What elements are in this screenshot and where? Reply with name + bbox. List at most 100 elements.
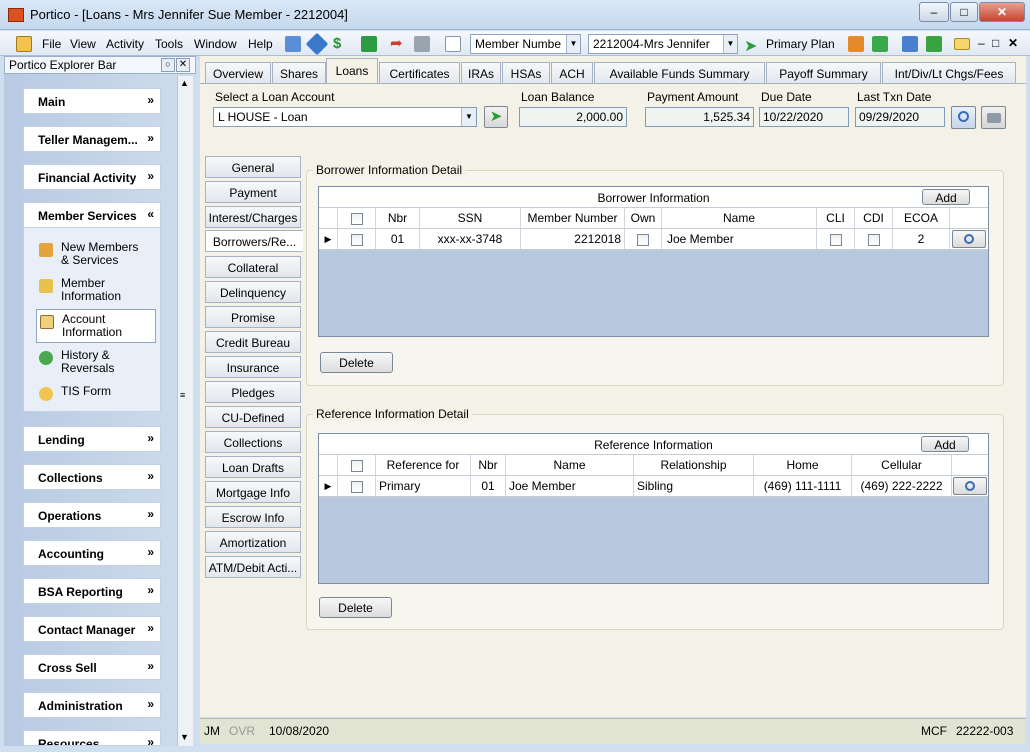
tab-ach[interactable]: ACH (551, 62, 593, 83)
sidetab-general[interactable]: General (205, 156, 301, 178)
col-ssn[interactable]: SSN (420, 208, 521, 228)
col-name[interactable]: Name (506, 455, 634, 475)
tab-iras[interactable]: IRAs (461, 62, 501, 83)
mail-icon[interactable] (954, 38, 970, 50)
menu-help[interactable]: Help (248, 37, 273, 51)
go-button[interactable]: ➤ (484, 106, 508, 128)
sidetab-collections[interactable]: Collections (205, 431, 301, 453)
tab-int-div-fees[interactable]: Int/Div/Lt Chgs/Fees (882, 62, 1016, 83)
tab-certificates[interactable]: Certificates (379, 62, 460, 83)
printer-icon[interactable] (414, 36, 430, 52)
group-bsa-reporting[interactable]: BSA Reporting» (23, 578, 161, 604)
sidetab-mortgage-info[interactable]: Mortgage Info (205, 481, 301, 503)
loan-account-select[interactable]: L HOUSE - Loan ▼ (213, 107, 477, 127)
deposit-icon[interactable] (361, 36, 377, 52)
lookup-button[interactable] (951, 106, 976, 129)
col-member-number[interactable]: Member Number (521, 208, 625, 228)
battery-icon[interactable] (926, 36, 942, 52)
col-name[interactable]: Name (662, 208, 817, 228)
sidetab-borrowers-references[interactable]: Borrowers/Re... (205, 230, 303, 252)
transfer-arrow-icon[interactable]: ➦ (390, 36, 406, 52)
menu-file[interactable]: File (42, 37, 61, 51)
select-all-checkbox[interactable] (350, 459, 363, 472)
group-contact-manager[interactable]: Contact Manager» (23, 616, 161, 642)
sidetab-cu-defined[interactable]: CU-Defined (205, 406, 301, 428)
item-member-information[interactable]: Member Information (36, 274, 156, 308)
tab-hsas[interactable]: HSAs (502, 62, 550, 83)
col-relationship[interactable]: Relationship (634, 455, 754, 475)
table-row[interactable]: ▶ Primary 01 Joe Member Sibling (469) 11… (319, 476, 988, 497)
maximize-button[interactable]: □ (950, 2, 978, 22)
col-home[interactable]: Home (754, 455, 852, 475)
group-member-services[interactable]: Member Services « (23, 202, 161, 228)
group-accounting[interactable]: Accounting» (23, 540, 161, 566)
document-icon[interactable] (445, 36, 461, 52)
scroll-down-icon[interactable]: ▼ (180, 732, 189, 742)
item-tis-form[interactable]: TIS Form (36, 382, 156, 416)
sidetab-interest-charges[interactable]: Interest/Charges (205, 206, 301, 228)
scroll-grip-icon[interactable]: ≡ (180, 390, 185, 400)
member-select[interactable]: 2212004-Mrs Jennifer ▼ (588, 34, 738, 54)
tab-available-funds[interactable]: Available Funds Summary (594, 62, 765, 83)
item-account-information[interactable]: Account Information (36, 309, 156, 343)
group-administration[interactable]: Administration» (23, 692, 161, 718)
group-resources[interactable]: Resources» (23, 730, 161, 746)
primary-plan-link[interactable]: Primary Plan (766, 37, 835, 51)
print-button[interactable] (981, 106, 1006, 129)
col-cdi[interactable]: CDI (855, 208, 893, 228)
menu-view[interactable]: View (70, 37, 96, 51)
sidetab-insurance[interactable]: Insurance (205, 356, 301, 378)
chart-icon[interactable] (902, 36, 918, 52)
calculator-icon[interactable] (285, 36, 301, 52)
group-main[interactable]: Main» (23, 88, 161, 114)
group-collections[interactable]: Collections» (23, 464, 161, 490)
row-select-checkbox[interactable] (350, 480, 363, 493)
reference-delete-button[interactable]: Delete (319, 597, 392, 618)
sidetab-promise[interactable]: Promise (205, 306, 301, 328)
col-cellular[interactable]: Cellular (852, 455, 952, 475)
tab-loans[interactable]: Loans (326, 58, 378, 83)
table-row[interactable]: ▶ 01 xxx-xx-3748 2212018 Joe Member 2 (319, 229, 988, 250)
group-financial-activity[interactable]: Financial Activity» (23, 164, 161, 190)
tab-overview[interactable]: Overview (205, 62, 271, 83)
group-teller-management[interactable]: Teller Managem...» (23, 126, 161, 152)
col-nbr[interactable]: Nbr (471, 455, 506, 475)
sidetab-payment[interactable]: Payment (205, 181, 301, 203)
group-cross-sell[interactable]: Cross Sell» (23, 654, 161, 680)
own-checkbox[interactable] (637, 233, 649, 246)
scroll-up-icon[interactable]: ▲ (180, 78, 189, 88)
pin-icon[interactable]: ○ (161, 58, 175, 72)
row-select-checkbox[interactable] (350, 233, 363, 246)
sidetab-atm-debit[interactable]: ATM/Debit Acti... (205, 556, 301, 578)
group-operations[interactable]: Operations» (23, 502, 161, 528)
reference-add-button[interactable]: Add (921, 436, 969, 452)
sidetab-credit-bureau[interactable]: Credit Bureau (205, 331, 301, 353)
borrower-add-button[interactable]: Add (922, 189, 970, 205)
cli-checkbox[interactable] (829, 233, 842, 246)
col-nbr[interactable]: Nbr (376, 208, 420, 228)
explorer-scrollbar[interactable] (177, 76, 193, 746)
mdi-close-button[interactable]: ✕ (1008, 36, 1018, 50)
close-button[interactable]: ✕ (979, 2, 1025, 22)
col-reference-for[interactable]: Reference for (376, 455, 471, 475)
menu-tools[interactable]: Tools (155, 37, 183, 51)
menu-activity[interactable]: Activity (106, 37, 144, 51)
go-arrow-icon[interactable]: ➤ (744, 36, 757, 56)
col-cli[interactable]: CLI (817, 208, 855, 228)
view-detail-button[interactable] (952, 230, 986, 248)
select-all-checkbox[interactable] (350, 212, 363, 225)
cdi-checkbox[interactable] (867, 233, 880, 246)
tab-shares[interactable]: Shares (272, 62, 326, 83)
mdi-minimize-button[interactable]: – (978, 36, 985, 50)
col-own[interactable]: Own (625, 208, 662, 228)
sidetab-loan-drafts[interactable]: Loan Drafts (205, 456, 301, 478)
transaction-icon[interactable] (872, 36, 888, 52)
mdi-restore-button[interactable]: □ (992, 36, 999, 50)
borrower-delete-button[interactable]: Delete (320, 352, 393, 373)
group-lending[interactable]: Lending» (23, 426, 161, 452)
item-history-reversals[interactable]: History & Reversals (36, 346, 156, 380)
cash-icon[interactable]: $ (333, 36, 349, 52)
sidetab-amortization[interactable]: Amortization (205, 531, 301, 553)
menu-window[interactable]: Window (194, 37, 237, 51)
search-type-select[interactable]: Member Numbe ▼ (470, 34, 581, 54)
